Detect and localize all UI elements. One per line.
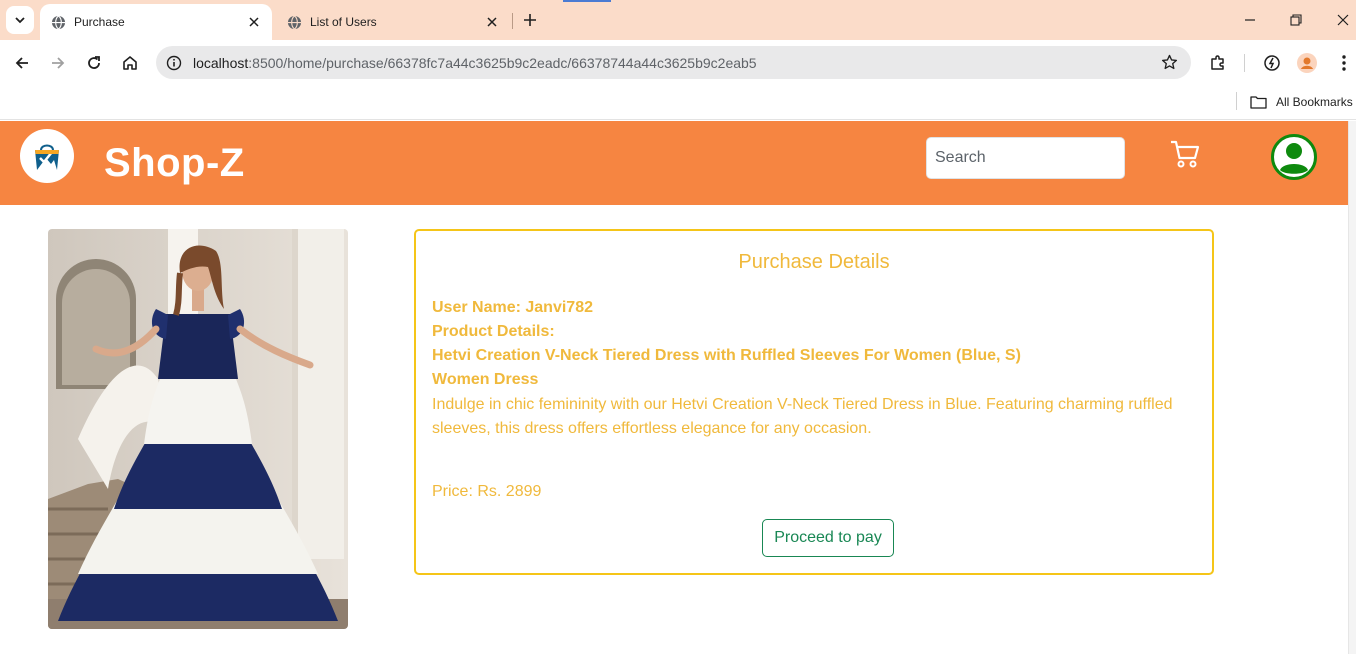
product-name: Hetvi Creation V-Neck Tiered Dress with …	[432, 347, 1021, 364]
kebab-menu-icon	[1342, 55, 1346, 71]
puzzle-icon	[1211, 55, 1224, 70]
product-category: Women Dress	[432, 371, 539, 388]
close-icon	[1337, 14, 1349, 26]
extensions-button[interactable]	[1204, 49, 1232, 77]
bookmarks-bar: All Bookmarks	[0, 86, 1356, 120]
card-title: Purchase Details	[738, 251, 890, 273]
product-details-label: Product Details:	[432, 323, 555, 340]
tab-accent-bar	[563, 0, 611, 2]
address-bar[interactable]: localhost:8500/home/purchase/66378fc7a44…	[156, 46, 1191, 79]
menu-button[interactable]	[1330, 49, 1356, 77]
tab-title: List of Users	[310, 15, 377, 29]
brand-name: Shop-Z	[104, 141, 245, 185]
arrow-left-icon	[15, 57, 28, 69]
page-content: Shop-Z Search Purchase Details User Name…	[0, 121, 1356, 654]
url-host: localhost	[193, 54, 249, 71]
tab-purchase[interactable]: Purchase	[40, 4, 272, 40]
all-bookmarks-button[interactable]: All Bookmarks	[1250, 91, 1353, 113]
site-header: Shop-Z	[0, 121, 1348, 205]
page-scrollbar[interactable]	[1348, 121, 1356, 654]
tab-list-of-users[interactable]: List of Users	[276, 4, 510, 40]
plus-icon	[524, 14, 536, 26]
site-info-icon[interactable]	[164, 53, 184, 73]
url-text: localhost:8500/home/purchase/66378fc7a44…	[193, 55, 757, 71]
close-tab-icon[interactable]	[244, 12, 264, 32]
purchase-details-card: Purchase Details User Name: Janvi782 Pro…	[414, 229, 1214, 575]
profile-icon	[1297, 53, 1317, 73]
tab-divider	[512, 13, 513, 29]
url-path: :8500/home/purchase/66378fc7a44c3625b9c2…	[248, 54, 757, 71]
close-tab-icon[interactable]	[482, 12, 502, 32]
profile-button[interactable]	[1293, 49, 1321, 77]
tab-title: Purchase	[74, 15, 125, 29]
globe-icon	[286, 14, 302, 30]
chevron-down-icon	[15, 17, 25, 24]
product-image	[48, 229, 348, 629]
forward-button[interactable]	[44, 49, 72, 77]
product-price: Price: Rs. 2899	[432, 483, 542, 500]
product-description: Indulge in chic femininity with our Hetv…	[432, 396, 1173, 437]
arrow-right-icon	[52, 57, 65, 69]
browser-toolbar: localhost:8500/home/purchase/66378fc7a44…	[0, 40, 1356, 86]
restore-button[interactable]	[1284, 8, 1308, 32]
reload-icon	[88, 56, 100, 69]
user-avatar-icon	[1271, 134, 1317, 180]
speed-icon	[1264, 55, 1280, 71]
shopping-cart-icon	[1171, 140, 1200, 168]
cart-button[interactable]	[1168, 137, 1202, 171]
minimize-icon	[1245, 19, 1255, 21]
new-tab-button[interactable]	[518, 8, 542, 32]
browser-tab-strip: Purchase List of Users	[0, 0, 1356, 40]
toolbar-divider	[1244, 54, 1245, 72]
shop-logo[interactable]	[20, 129, 74, 183]
performance-button[interactable]	[1258, 49, 1286, 77]
bookmarks-divider	[1236, 92, 1237, 110]
home-icon	[123, 56, 137, 70]
shopping-bag-icon	[35, 144, 59, 170]
all-bookmarks-label: All Bookmarks	[1276, 95, 1353, 109]
user-name: User Name: Janvi782	[432, 299, 593, 316]
tab-search-button[interactable]	[6, 6, 34, 34]
search-input[interactable]	[926, 137, 1125, 179]
restore-icon	[1290, 14, 1302, 26]
globe-icon	[50, 14, 66, 30]
user-account-button[interactable]	[1270, 133, 1318, 181]
back-button[interactable]	[8, 49, 36, 77]
folder-icon	[1250, 94, 1268, 110]
home-button[interactable]	[116, 49, 144, 77]
proceed-to-pay-button[interactable]: Proceed to pay	[762, 519, 894, 557]
close-window-button[interactable]	[1331, 8, 1355, 32]
reload-button[interactable]	[80, 49, 108, 77]
bookmark-star-icon[interactable]	[1159, 52, 1179, 72]
minimize-button[interactable]	[1238, 8, 1262, 32]
